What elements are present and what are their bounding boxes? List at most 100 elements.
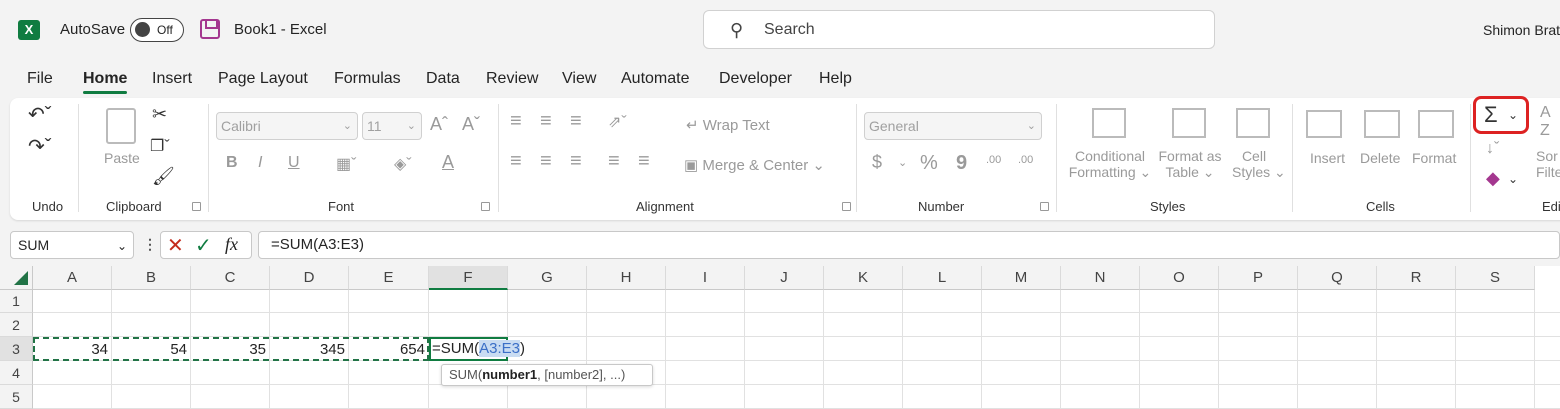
fill-icon[interactable]: ↓ˇ (1486, 140, 1499, 158)
increase-decimal-button[interactable]: .00 (986, 154, 1001, 166)
worksheet-grid[interactable]: ABCDEFGHIJKLMNOPQRS 12345 34 54 35 345 6… (0, 266, 1560, 409)
number-format-combo[interactable]: General ⌄ (864, 112, 1042, 140)
column-header-M[interactable]: M (982, 266, 1061, 290)
function-tooltip[interactable]: SUM(number1, [number2], ...) (441, 364, 653, 386)
tab-data[interactable]: Data (426, 70, 460, 88)
clear-icon[interactable]: ◆ (1486, 168, 1500, 189)
copy-icon[interactable]: ❐ˇ (150, 136, 170, 156)
chevron-down-icon[interactable]: ⌄ (1508, 172, 1518, 186)
save-icon[interactable] (200, 19, 220, 39)
number-launcher-icon[interactable] (1040, 202, 1049, 211)
conditional-formatting-button[interactable]: Conditional Formatting ⌄ (1068, 148, 1152, 181)
column-header-K[interactable]: K (824, 266, 903, 290)
align-middle-icon[interactable]: ≡ (540, 110, 552, 133)
row-header-1[interactable]: 1 (0, 290, 33, 313)
column-header-A[interactable]: A (33, 266, 112, 290)
column-header-O[interactable]: O (1140, 266, 1219, 290)
format-as-table-button[interactable]: Format as Table ⌄ (1154, 148, 1226, 181)
cell-A3[interactable]: 34 (33, 341, 112, 358)
row-header-2[interactable]: 2 (0, 313, 33, 337)
column-header-N[interactable]: N (1061, 266, 1140, 290)
cell-B3[interactable]: 54 (112, 341, 191, 358)
fill-color-icon[interactable]: ◈ˇ (394, 154, 412, 174)
increase-indent-icon[interactable]: ≡ (638, 150, 650, 173)
search-box[interactable]: ⚲ Search (703, 10, 1215, 49)
wrap-text-button[interactable]: ↵ Wrap Text (686, 116, 770, 134)
row-header-3[interactable]: 3 (0, 337, 33, 361)
chevron-down-icon[interactable]: ⌄ (898, 156, 907, 169)
tab-home[interactable]: Home (83, 70, 128, 94)
align-top-icon[interactable]: ≡ (510, 110, 522, 133)
align-center-icon[interactable]: ≡ (540, 150, 552, 173)
column-header-Q[interactable]: Q (1298, 266, 1377, 290)
font-launcher-icon[interactable] (481, 202, 490, 211)
tab-file[interactable]: File (27, 70, 53, 88)
tab-developer[interactable]: Developer (719, 70, 792, 88)
column-header-G[interactable]: G (508, 266, 587, 290)
currency-button[interactable]: $ (872, 152, 882, 173)
align-left-icon[interactable]: ≡ (510, 150, 522, 173)
tab-page-layout[interactable]: Page Layout (218, 70, 308, 88)
tab-view[interactable]: View (562, 70, 596, 88)
row-header-4[interactable]: 4 (0, 361, 33, 385)
tab-insert[interactable]: Insert (152, 70, 192, 88)
cancel-icon[interactable]: ✕ (167, 233, 184, 258)
align-bottom-icon[interactable]: ≡ (570, 110, 582, 133)
select-all-button[interactable] (0, 266, 33, 290)
cut-icon[interactable]: ✂ (152, 104, 167, 125)
column-header-E[interactable]: E (349, 266, 429, 290)
paste-icon[interactable] (106, 108, 136, 144)
column-header-P[interactable]: P (1219, 266, 1298, 290)
redo-icon[interactable]: ↷ˇ (28, 134, 51, 159)
bold-button[interactable]: B (226, 154, 238, 172)
insert-function-button[interactable]: fx (225, 234, 238, 255)
percent-button[interactable]: % (920, 152, 938, 175)
cell-styles-button[interactable]: Cell Styles ⌄ (1232, 148, 1286, 181)
cell-edit-text[interactable]: =SUM(A3:E3) (432, 340, 525, 357)
italic-button[interactable]: I (258, 154, 262, 172)
sort-filter-button[interactable]: Sor Filte (1536, 148, 1560, 180)
font-name-combo[interactable]: Calibri ⌄ (216, 112, 358, 140)
underline-button[interactable]: U (288, 154, 300, 172)
column-header-D[interactable]: D (270, 266, 349, 290)
enter-icon[interactable]: ✓ (195, 233, 212, 258)
format-painter-icon[interactable]: 🖌 (152, 166, 175, 187)
merge-center-button[interactable]: ▣ Merge & Center ⌄ (684, 156, 825, 174)
undo-icon[interactable]: ↶ˇ (28, 102, 51, 127)
comma-button[interactable]: 9 (956, 152, 967, 175)
cell-E3[interactable]: 654 (349, 341, 429, 358)
column-header-F[interactable]: F (429, 266, 508, 290)
column-header-B[interactable]: B (112, 266, 191, 290)
insert-cells-button[interactable]: Insert (1310, 150, 1345, 166)
tab-help[interactable]: Help (819, 70, 852, 88)
name-box[interactable]: SUM ⌄ (10, 231, 134, 259)
decrease-decimal-button[interactable]: .00 (1018, 154, 1033, 166)
column-header-L[interactable]: L (903, 266, 982, 290)
column-header-R[interactable]: R (1377, 266, 1456, 290)
column-header-S[interactable]: S (1456, 266, 1535, 290)
decrease-indent-icon[interactable]: ≡ (608, 150, 620, 173)
font-size-combo[interactable]: 11 ⌄ (362, 112, 422, 140)
more-options-icon[interactable]: ⋮ (143, 236, 157, 253)
autosave-toggle[interactable]: Off (130, 18, 184, 42)
cell-D3[interactable]: 345 (270, 341, 349, 358)
increase-font-icon[interactable]: Aˆ (430, 114, 448, 135)
column-header-H[interactable]: H (587, 266, 666, 290)
column-header-J[interactable]: J (745, 266, 824, 290)
delete-cells-button[interactable]: Delete (1360, 150, 1400, 166)
clipboard-launcher-icon[interactable] (192, 202, 201, 211)
decrease-font-icon[interactable]: Aˇ (462, 114, 480, 135)
tab-formulas[interactable]: Formulas (334, 70, 401, 88)
user-name[interactable]: Shimon Brat (1483, 22, 1560, 38)
format-cells-button[interactable]: Format (1412, 150, 1456, 166)
align-right-icon[interactable]: ≡ (570, 150, 582, 173)
tab-automate[interactable]: Automate (621, 70, 689, 88)
column-header-C[interactable]: C (191, 266, 270, 290)
alignment-launcher-icon[interactable] (842, 202, 851, 211)
row-header-5[interactable]: 5 (0, 385, 33, 409)
borders-icon[interactable]: ▦ˇ (336, 154, 356, 174)
tab-review[interactable]: Review (486, 70, 538, 88)
orientation-icon[interactable]: ⇗ˇ (608, 112, 627, 132)
formula-input[interactable]: =SUM(A3:E3) (258, 231, 1560, 259)
paste-button[interactable]: Paste (104, 150, 140, 166)
